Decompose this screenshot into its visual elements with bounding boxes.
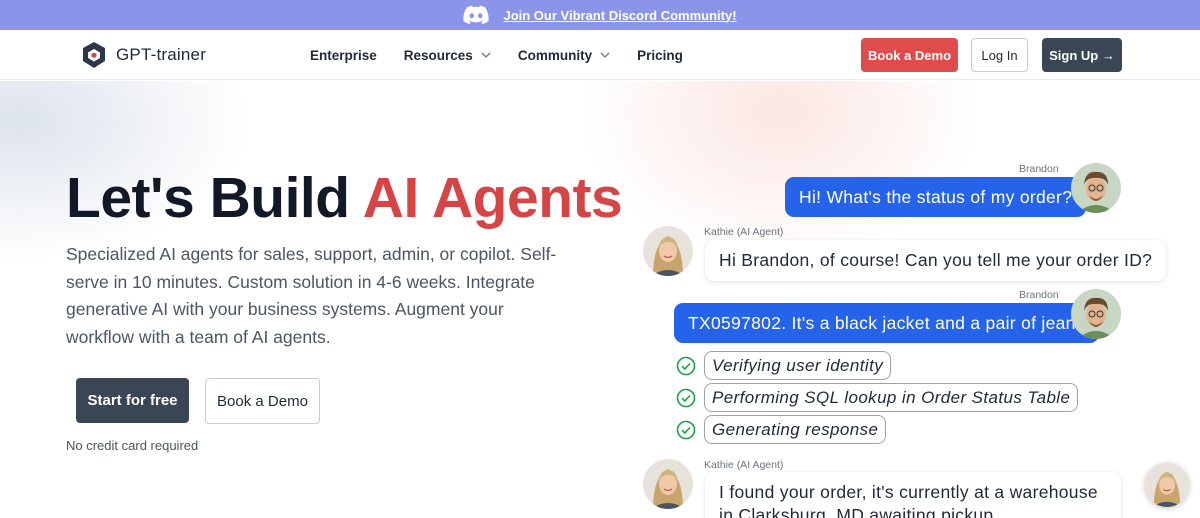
chat-bubble-user: Hi! What's the status of my order? xyxy=(785,177,1087,217)
agent-step: Generating response xyxy=(676,415,887,444)
check-circle-icon xyxy=(676,420,696,439)
book-demo-button[interactable]: Book a Demo xyxy=(861,38,958,72)
check-circle-icon xyxy=(676,356,696,375)
no-credit-card-note: No credit card required xyxy=(66,438,199,453)
discord-community-link[interactable]: Join Our Vibrant Discord Community! xyxy=(503,8,736,23)
login-button[interactable]: Log In xyxy=(971,38,1028,72)
chat-bubble-agent: I found your order, it's currently at a … xyxy=(705,472,1121,518)
agent-step-label: Generating response xyxy=(704,415,887,444)
nav-links: Enterprise Resources Community Pricing xyxy=(310,30,683,80)
agent-step: Verifying user identity xyxy=(676,351,892,380)
chevron-down-icon xyxy=(600,52,610,58)
nav-community[interactable]: Community xyxy=(518,48,610,63)
gpt-trainer-logo xyxy=(83,42,105,68)
brand-name: GPT-trainer xyxy=(116,45,207,64)
announcement-bar: Join Our Vibrant Discord Community! xyxy=(0,0,1200,30)
message-sender: Kathie (AI Agent) xyxy=(704,459,784,471)
agent-step-label: Verifying user identity xyxy=(704,351,892,380)
chat-bubble-agent: Hi Brandon, of course! Can you tell me y… xyxy=(705,240,1167,281)
nav-resources[interactable]: Resources xyxy=(404,48,491,63)
brand-logo[interactable]: GPT-trainer xyxy=(80,41,206,69)
hero-headline: Let's Build AI Agents xyxy=(66,166,623,230)
user-avatar xyxy=(1071,163,1121,213)
hero-book-demo-button[interactable]: Book a Demo xyxy=(205,378,320,424)
agent-avatar xyxy=(643,226,693,276)
user-avatar-image xyxy=(1071,163,1121,213)
agent-avatar xyxy=(643,459,693,509)
message-sender: Brandon xyxy=(1019,163,1059,175)
agent-step: Performing SQL lookup in Order Status Ta… xyxy=(676,383,1079,412)
start-free-button[interactable]: Start for free xyxy=(76,378,189,423)
message-sender: Brandon xyxy=(1019,289,1059,301)
hero-subtitle: Specialized AI agents for sales, support… xyxy=(66,244,557,347)
signup-button[interactable]: Sign Up → xyxy=(1042,38,1122,72)
agent-avatar-image xyxy=(1145,463,1189,507)
agent-avatar-image xyxy=(643,459,693,509)
user-avatar-image xyxy=(1071,289,1121,339)
discord-icon xyxy=(463,5,490,25)
user-avatar xyxy=(1071,289,1121,339)
nav-pricing[interactable]: Pricing xyxy=(637,48,683,63)
agent-step-label: Performing SQL lookup in Order Status Ta… xyxy=(704,383,1079,412)
main-nav: GPT-trainer Enterprise Resources Communi… xyxy=(0,30,1200,80)
headline-accent: AI Agents xyxy=(362,166,623,230)
chat-bubble-user: TX0597802. It's a black jacket and a pai… xyxy=(674,303,1099,343)
check-circle-icon xyxy=(676,388,696,407)
message-sender: Kathie (AI Agent) xyxy=(704,226,784,238)
nav-enterprise[interactable]: Enterprise xyxy=(310,48,377,63)
hero-section: Let's Build AI Agents Specialized AI age… xyxy=(0,81,1200,518)
agent-avatar-image xyxy=(643,226,693,276)
chat-widget-button[interactable] xyxy=(1145,463,1189,507)
chevron-down-icon xyxy=(481,52,491,58)
